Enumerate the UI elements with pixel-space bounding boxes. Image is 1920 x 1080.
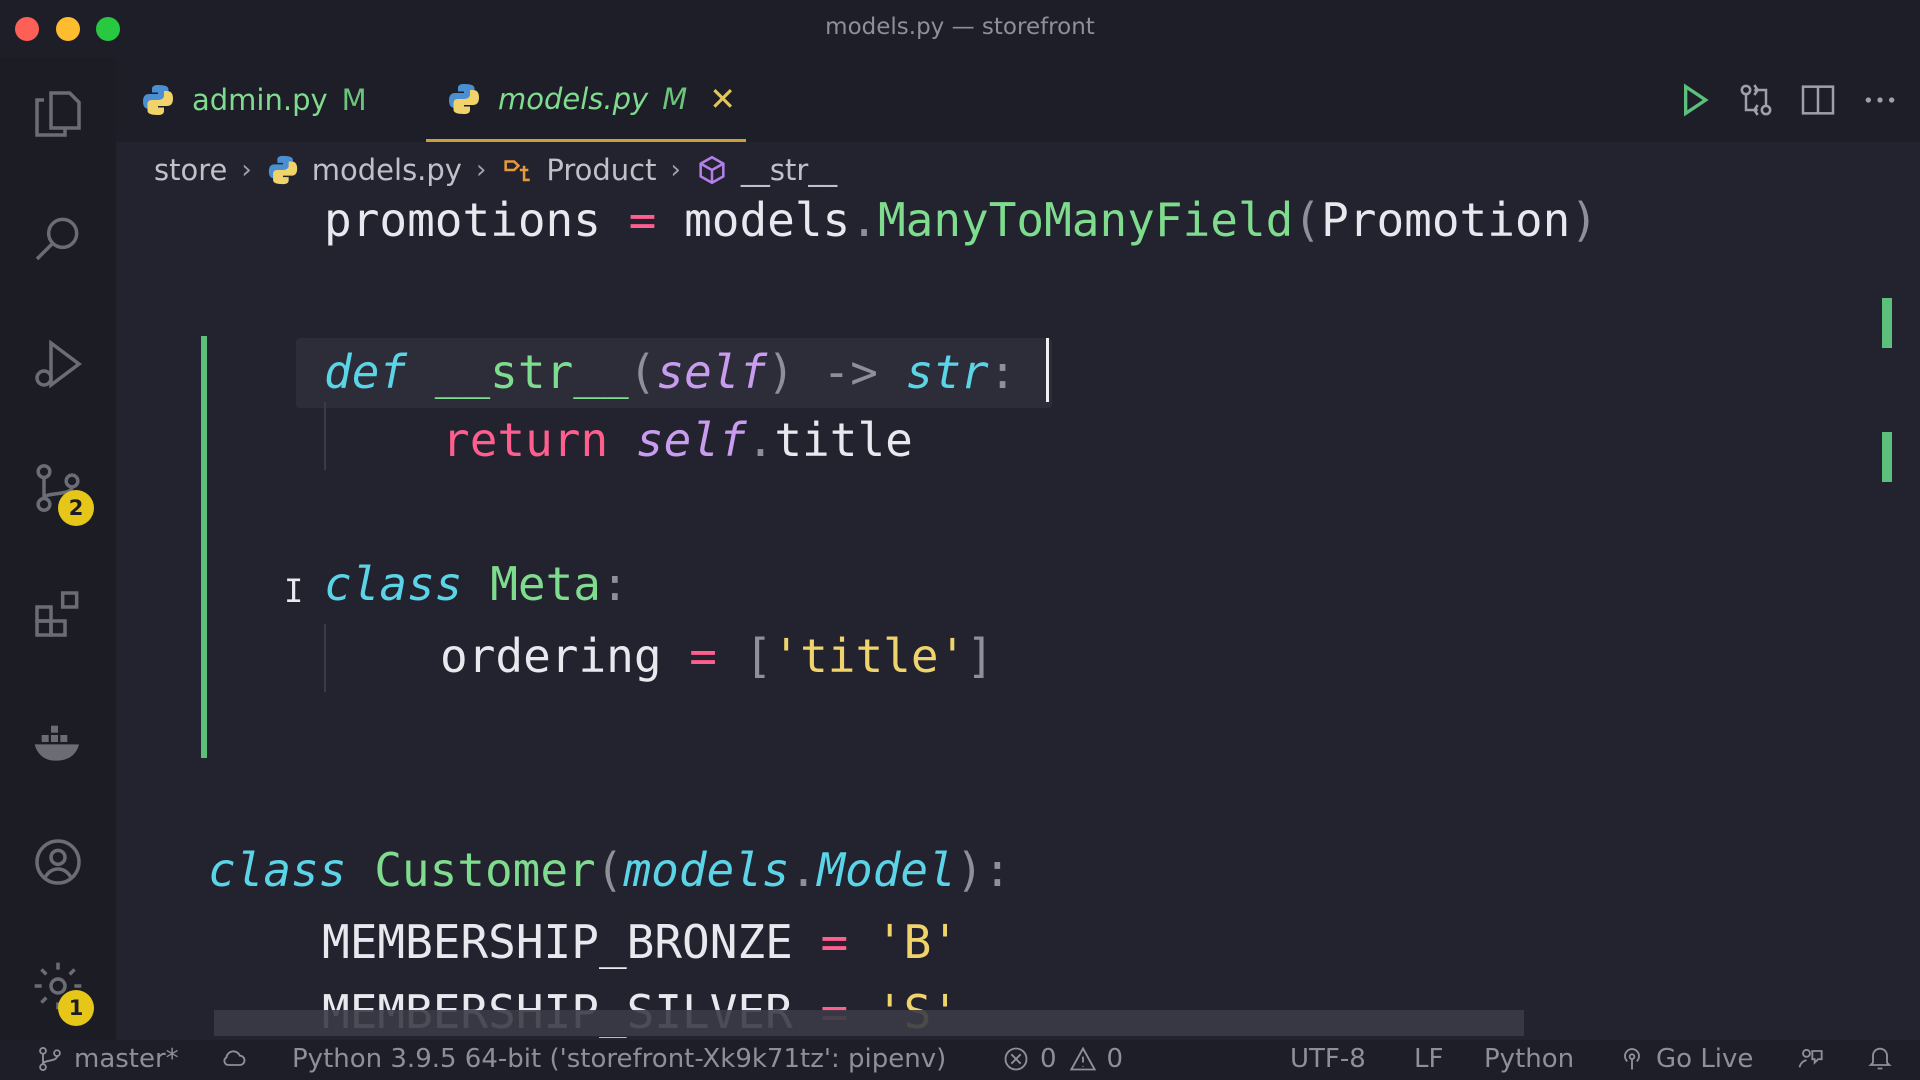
go-live-label: Go Live [1656,1044,1754,1074]
explorer-icon[interactable] [28,84,88,144]
account-icon[interactable] [28,832,88,892]
source-control-badge: 2 [58,490,94,526]
warning-icon [1069,1046,1096,1071]
breadcrumb-item-product[interactable]: Product [546,153,656,187]
settings-badge: 1 [58,990,94,1026]
close-tab-icon[interactable]: ✕ [709,80,736,118]
python-file-icon [449,83,479,114]
python-interpreter-status[interactable]: Python 3.9.5 64-bit ('storefront-Xk9k71t… [292,1044,946,1074]
go-live-button[interactable]: Go Live [1618,1044,1753,1074]
error-icon [1004,1047,1028,1071]
python-file-icon [143,85,173,115]
extensions-icon[interactable] [28,584,88,644]
scrollbar-change-marker [1882,298,1892,348]
run-debug-icon[interactable] [28,334,88,394]
encoding-label: UTF-8 [1290,1044,1366,1074]
open-changes-icon[interactable] [1734,78,1778,122]
text-cursor [1046,338,1049,402]
modified-indicator: M [341,83,367,117]
branch-name: master* [74,1044,179,1074]
docker-icon[interactable] [28,712,88,772]
tab-label: admin.py [192,83,328,117]
tab-bar: admin.py M models.py M ✕ [116,58,1920,142]
breadcrumb-separator: › [670,155,681,185]
status-bar: master* Python 3.9.5 64-bit ('storefront… [0,1040,1920,1080]
class-symbol-icon [500,153,534,187]
eol-label: LF [1414,1044,1444,1074]
method-symbol-icon [695,153,729,187]
indent-guide [324,402,326,470]
code-editor[interactable]: promotions = models.ManyToManyField(Prom… [116,192,1906,1038]
split-editor-icon[interactable] [1796,78,1840,122]
cloud-sync-icon [223,1050,246,1066]
more-actions-icon[interactable] [1858,78,1902,122]
scrollbar-change-marker [1882,432,1892,482]
breadcrumb-separator: › [475,155,487,185]
code-line: class Customer(models.Model): [208,843,1012,897]
breadcrumb: store › models.py › Product › __str__ [154,148,837,192]
code-line: class Meta: [324,557,629,611]
mouse-ibeam-cursor: I [284,572,304,610]
search-icon[interactable] [28,208,88,268]
code-line: ordering = ['title'] [440,629,994,683]
breadcrumb-item-str[interactable]: __str__ [741,153,837,187]
code-line: return self.title [442,413,913,467]
sync-status[interactable] [220,1044,258,1072]
code-line: MEMBERSHIP_BRONZE = 'B' [322,915,960,969]
problems-status[interactable]: 0 0 [1002,1044,1123,1074]
notifications-bell-icon[interactable] [1866,1044,1904,1072]
code-line: def __str__(self) -> str: [324,345,1017,399]
activity-bar [0,58,116,1040]
interpreter-label: Python 3.9.5 64-bit ('storefront-Xk9k71t… [292,1044,947,1074]
modified-indicator: M [662,81,688,116]
indent-guide [324,624,326,692]
error-count: 0 [1040,1044,1057,1074]
tab-label: models.py [498,81,649,116]
breadcrumb-item-models[interactable]: models.py [312,153,462,187]
breadcrumb-separator: › [241,155,252,185]
title-bar: models.py — storefront [0,0,1920,58]
python-file-icon [266,153,300,187]
language-label: Python [1484,1044,1575,1074]
tab-models-py[interactable]: models.py M ✕ [426,58,746,142]
horizontal-scrollbar[interactable] [214,1010,1524,1036]
eol-status[interactable]: LF [1414,1044,1443,1074]
language-mode-status[interactable]: Python [1484,1044,1574,1074]
run-python-file-icon[interactable] [1672,78,1716,122]
code-line: promotions = models.ManyToManyField(Prom… [324,193,1599,247]
broadcast-icon [1624,1048,1640,1070]
git-branch-icon [39,1046,61,1072]
feedback-icon[interactable] [1796,1044,1834,1072]
encoding-status[interactable]: UTF-8 [1290,1044,1366,1074]
warning-count: 0 [1106,1044,1124,1074]
window-title: models.py — storefront [825,14,1095,40]
breadcrumb-item-store[interactable]: store [154,153,227,187]
modified-lines-gutter-marker [201,336,207,758]
git-branch-status[interactable]: master* [36,1044,179,1074]
tab-admin-py[interactable]: admin.py M [140,58,367,142]
